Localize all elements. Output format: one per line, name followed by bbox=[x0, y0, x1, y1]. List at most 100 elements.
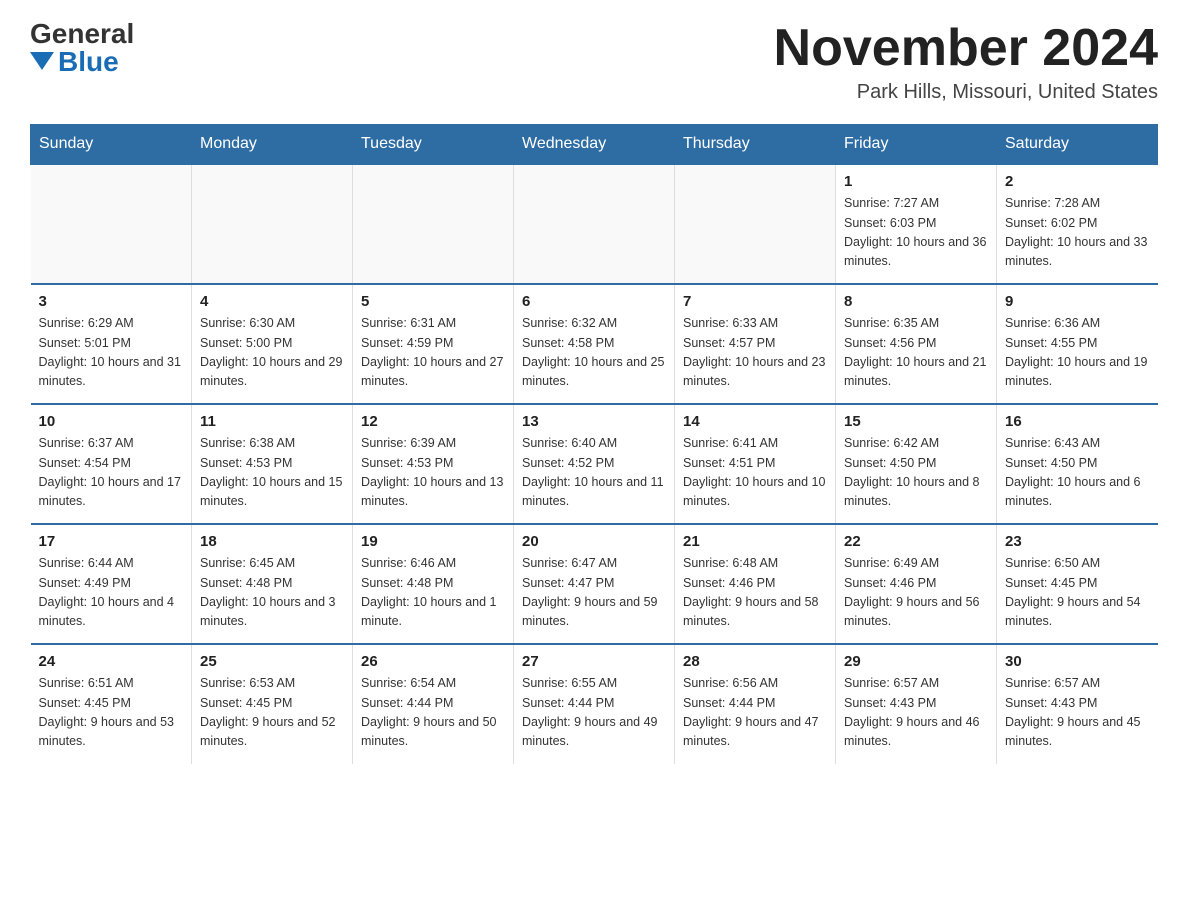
calendar-cell: 15 Sunrise: 6:42 AMSunset: 4:50 PMDayligh… bbox=[836, 404, 997, 524]
calendar-cell: 27 Sunrise: 6:55 AMSunset: 4:44 PMDayligh… bbox=[514, 644, 675, 764]
day-number: 10 bbox=[39, 413, 184, 430]
day-number: 6 bbox=[522, 293, 666, 310]
calendar-cell: 18 Sunrise: 6:45 AMSunset: 4:48 PMDayligh… bbox=[192, 524, 353, 644]
calendar-week-row: 24 Sunrise: 6:51 AMSunset: 4:45 PMDayligh… bbox=[31, 644, 1158, 764]
sun-info: Sunrise: 6:39 AMSunset: 4:53 PMDaylight:… bbox=[361, 434, 505, 512]
day-number: 20 bbox=[522, 533, 666, 550]
calendar-cell: 26 Sunrise: 6:54 AMSunset: 4:44 PMDayligh… bbox=[353, 644, 514, 764]
calendar-cell bbox=[192, 164, 353, 284]
calendar-cell: 9 Sunrise: 6:36 AMSunset: 4:55 PMDaylight… bbox=[997, 284, 1158, 404]
day-number: 9 bbox=[1005, 293, 1150, 310]
day-number: 1 bbox=[844, 173, 988, 190]
day-number: 3 bbox=[39, 293, 184, 310]
sun-info: Sunrise: 6:31 AMSunset: 4:59 PMDaylight:… bbox=[361, 314, 505, 392]
sun-info: Sunrise: 6:41 AMSunset: 4:51 PMDaylight:… bbox=[683, 434, 827, 512]
calendar-week-row: 3 Sunrise: 6:29 AMSunset: 5:01 PMDaylight… bbox=[31, 284, 1158, 404]
calendar-table: SundayMondayTuesdayWednesdayThursdayFrid… bbox=[30, 124, 1158, 764]
calendar-cell: 23 Sunrise: 6:50 AMSunset: 4:45 PMDayligh… bbox=[997, 524, 1158, 644]
logo-general-text: General bbox=[30, 20, 134, 48]
day-number: 18 bbox=[200, 533, 344, 550]
day-number: 29 bbox=[844, 653, 988, 670]
sun-info: Sunrise: 6:37 AMSunset: 4:54 PMDaylight:… bbox=[39, 434, 184, 512]
sun-info: Sunrise: 6:45 AMSunset: 4:48 PMDaylight:… bbox=[200, 554, 344, 632]
sun-info: Sunrise: 6:43 AMSunset: 4:50 PMDaylight:… bbox=[1005, 434, 1150, 512]
sun-info: Sunrise: 6:56 AMSunset: 4:44 PMDaylight:… bbox=[683, 674, 827, 752]
calendar-cell: 21 Sunrise: 6:48 AMSunset: 4:46 PMDayligh… bbox=[675, 524, 836, 644]
calendar-cell: 4 Sunrise: 6:30 AMSunset: 5:00 PMDaylight… bbox=[192, 284, 353, 404]
calendar-cell: 2Sunrise: 7:28 AMSunset: 6:02 PMDaylight… bbox=[997, 164, 1158, 284]
day-number: 13 bbox=[522, 413, 666, 430]
calendar-week-row: 17 Sunrise: 6:44 AMSunset: 4:49 PMDayligh… bbox=[31, 524, 1158, 644]
sun-info: Sunrise: 6:54 AMSunset: 4:44 PMDaylight:… bbox=[361, 674, 505, 752]
day-number: 25 bbox=[200, 653, 344, 670]
day-of-week-header: Saturday bbox=[997, 125, 1158, 165]
sun-info: Sunrise: 6:42 AMSunset: 4:50 PMDaylight:… bbox=[844, 434, 988, 512]
sun-info: Sunrise: 6:36 AMSunset: 4:55 PMDaylight:… bbox=[1005, 314, 1150, 392]
day-number: 19 bbox=[361, 533, 505, 550]
title-block: November 2024 Park Hills, Missouri, Unit… bbox=[774, 20, 1158, 104]
calendar-week-row: 1 Sunrise: 7:27 AMSunset: 6:03 PMDaylight… bbox=[31, 164, 1158, 284]
calendar-cell: 16Sunrise: 6:43 AMSunset: 4:50 PMDayligh… bbox=[997, 404, 1158, 524]
logo-triangle-icon bbox=[30, 52, 54, 70]
sun-info: Sunrise: 6:32 AMSunset: 4:58 PMDaylight:… bbox=[522, 314, 666, 392]
day-number: 11 bbox=[200, 413, 344, 430]
day-number: 12 bbox=[361, 413, 505, 430]
calendar-cell: 19 Sunrise: 6:46 AMSunset: 4:48 PMDayligh… bbox=[353, 524, 514, 644]
day-number: 26 bbox=[361, 653, 505, 670]
calendar-cell: 12 Sunrise: 6:39 AMSunset: 4:53 PMDayligh… bbox=[353, 404, 514, 524]
calendar-cell: 8 Sunrise: 6:35 AMSunset: 4:56 PMDaylight… bbox=[836, 284, 997, 404]
calendar-week-row: 10 Sunrise: 6:37 AMSunset: 4:54 PMDayligh… bbox=[31, 404, 1158, 524]
sun-info: Sunrise: 6:51 AMSunset: 4:45 PMDaylight:… bbox=[39, 674, 184, 752]
day-number: 8 bbox=[844, 293, 988, 310]
day-number: 15 bbox=[844, 413, 988, 430]
calendar-cell bbox=[353, 164, 514, 284]
calendar-cell: 22Sunrise: 6:49 AMSunset: 4:46 PMDayligh… bbox=[836, 524, 997, 644]
sun-info: Sunrise: 6:29 AMSunset: 5:01 PMDaylight:… bbox=[39, 314, 184, 392]
logo: General Blue bbox=[30, 20, 134, 76]
day-of-week-header: Wednesday bbox=[514, 125, 675, 165]
calendar-cell: 29Sunrise: 6:57 AMSunset: 4:43 PMDayligh… bbox=[836, 644, 997, 764]
day-number: 17 bbox=[39, 533, 184, 550]
calendar-cell: 13 Sunrise: 6:40 AMSunset: 4:52 PMDayligh… bbox=[514, 404, 675, 524]
calendar-cell bbox=[31, 164, 192, 284]
day-number: 27 bbox=[522, 653, 666, 670]
sun-info: Sunrise: 6:35 AMSunset: 4:56 PMDaylight:… bbox=[844, 314, 988, 392]
calendar-cell: 10 Sunrise: 6:37 AMSunset: 4:54 PMDayligh… bbox=[31, 404, 192, 524]
calendar-cell: 1 Sunrise: 7:27 AMSunset: 6:03 PMDaylight… bbox=[836, 164, 997, 284]
sun-info: Sunrise: 6:48 AMSunset: 4:46 PMDaylight:… bbox=[683, 554, 827, 632]
day-number: 4 bbox=[200, 293, 344, 310]
calendar-cell: 3 Sunrise: 6:29 AMSunset: 5:01 PMDaylight… bbox=[31, 284, 192, 404]
sun-info: Sunrise: 6:55 AMSunset: 4:44 PMDaylight:… bbox=[522, 674, 666, 752]
day-number: 14 bbox=[683, 413, 827, 430]
day-of-week-header: Sunday bbox=[31, 125, 192, 165]
day-number: 24 bbox=[39, 653, 184, 670]
location-subtitle: Park Hills, Missouri, United States bbox=[774, 81, 1158, 104]
sun-info: Sunrise: 6:46 AMSunset: 4:48 PMDaylight:… bbox=[361, 554, 505, 632]
day-number: 21 bbox=[683, 533, 827, 550]
day-number: 30 bbox=[1005, 653, 1150, 670]
sun-info: Sunrise: 6:33 AMSunset: 4:57 PMDaylight:… bbox=[683, 314, 827, 392]
day-number: 5 bbox=[361, 293, 505, 310]
day-number: 22 bbox=[844, 533, 988, 550]
sun-info: Sunrise: 7:27 AMSunset: 6:03 PMDaylight:… bbox=[844, 194, 988, 272]
sun-info: Sunrise: 6:47 AMSunset: 4:47 PMDaylight:… bbox=[522, 554, 666, 632]
calendar-cell: 11 Sunrise: 6:38 AMSunset: 4:53 PMDayligh… bbox=[192, 404, 353, 524]
calendar-cell: 25 Sunrise: 6:53 AMSunset: 4:45 PMDayligh… bbox=[192, 644, 353, 764]
sun-info: Sunrise: 6:44 AMSunset: 4:49 PMDaylight:… bbox=[39, 554, 184, 632]
sun-info: Sunrise: 6:57 AMSunset: 4:43 PMDaylight:… bbox=[1005, 674, 1150, 752]
calendar-cell: 14 Sunrise: 6:41 AMSunset: 4:51 PMDayligh… bbox=[675, 404, 836, 524]
calendar-cell: 24 Sunrise: 6:51 AMSunset: 4:45 PMDayligh… bbox=[31, 644, 192, 764]
day-number: 2 bbox=[1005, 173, 1150, 190]
day-number: 23 bbox=[1005, 533, 1150, 550]
sun-info: Sunrise: 6:50 AMSunset: 4:45 PMDaylight:… bbox=[1005, 554, 1150, 632]
logo-blue-text: Blue bbox=[30, 48, 119, 76]
calendar-header-row: SundayMondayTuesdayWednesdayThursdayFrid… bbox=[31, 125, 1158, 165]
sun-info: Sunrise: 6:53 AMSunset: 4:45 PMDaylight:… bbox=[200, 674, 344, 752]
day-of-week-header: Tuesday bbox=[353, 125, 514, 165]
calendar-cell bbox=[675, 164, 836, 284]
sun-info: Sunrise: 6:40 AMSunset: 4:52 PMDaylight:… bbox=[522, 434, 666, 512]
sun-info: Sunrise: 6:38 AMSunset: 4:53 PMDaylight:… bbox=[200, 434, 344, 512]
calendar-cell bbox=[514, 164, 675, 284]
month-title: November 2024 bbox=[774, 20, 1158, 77]
sun-info: Sunrise: 6:30 AMSunset: 5:00 PMDaylight:… bbox=[200, 314, 344, 392]
